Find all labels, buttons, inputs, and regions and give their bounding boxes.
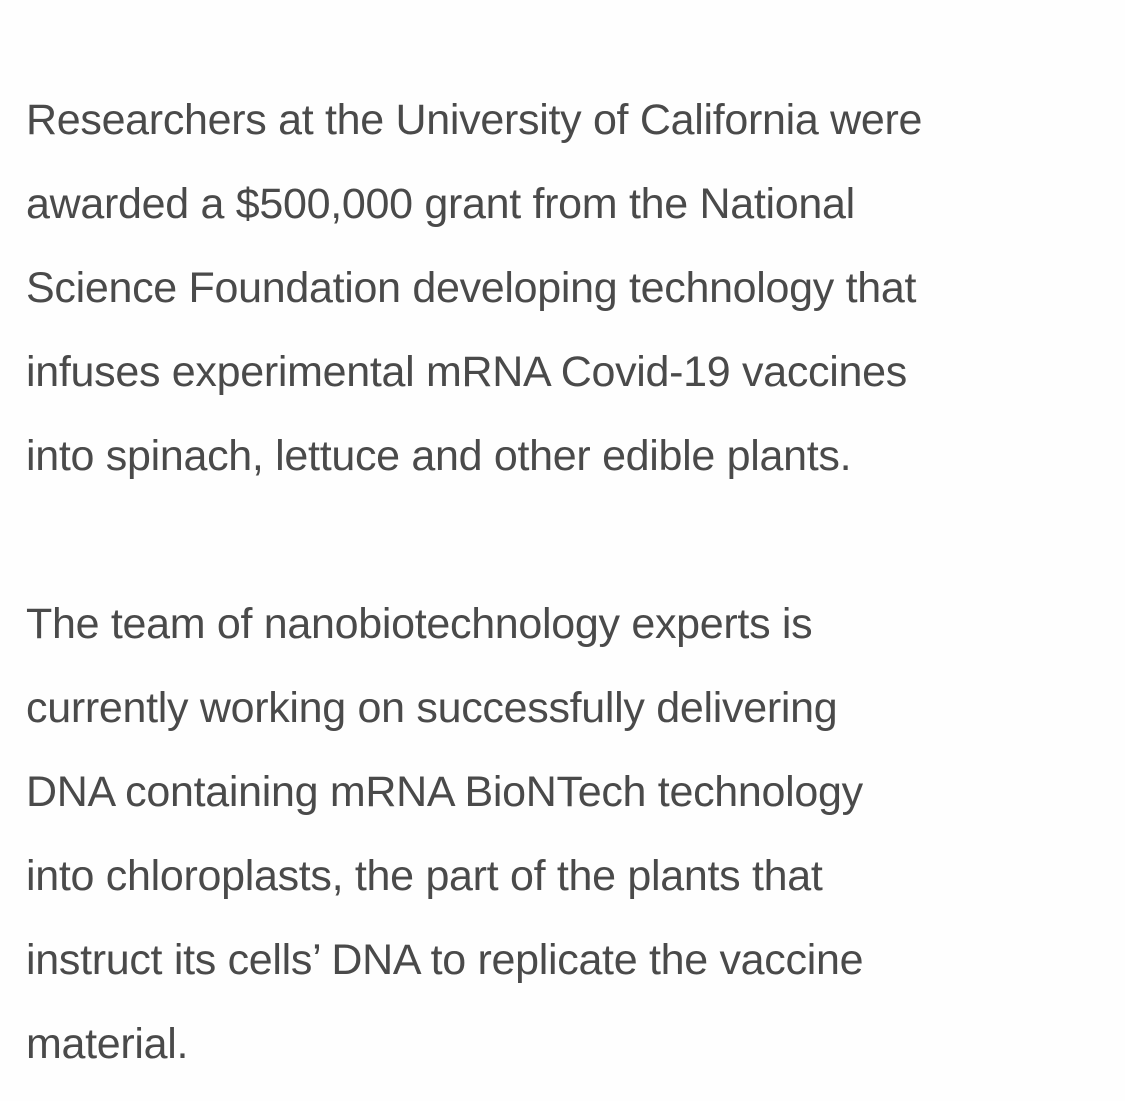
text-line: currently working on successfully delive…: [26, 684, 838, 732]
text-line: DNA containing mRNA BioNTech technology: [26, 768, 863, 816]
text-line: into chloroplasts, the part of the plant…: [26, 852, 823, 900]
text-line: into spinach, lettuce and other edible p…: [26, 432, 852, 480]
article-body: Researchers at the University of Califor…: [26, 78, 1121, 1086]
text-line: instruct its cells’ DNA to replicate the…: [26, 936, 864, 984]
text-line: infuses experimental mRNA Covid-19 vacci…: [26, 348, 907, 396]
text-line: material.: [26, 1020, 189, 1068]
page: Researchers at the University of Califor…: [0, 0, 1125, 1101]
text-line: Researchers at the University of Califor…: [26, 96, 923, 144]
text-line: awarded a $500,000 grant from the Nation…: [26, 180, 855, 228]
text-line: Science Foundation developing technology…: [26, 264, 917, 312]
paragraph-grant-announcement: Researchers at the University of Califor…: [26, 78, 1121, 498]
text-line: The team of nanobiotechnology experts is: [26, 600, 813, 648]
paragraph-team-work: The team of nanobiotechnology experts is…: [26, 582, 1121, 1086]
